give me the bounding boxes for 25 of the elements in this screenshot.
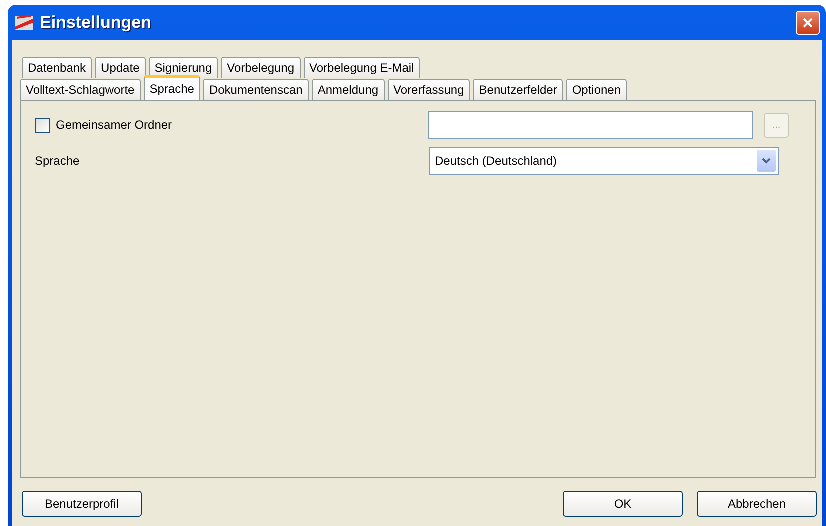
chevron-down-icon [757, 150, 776, 172]
dialog-button[interactable]: Benutzerprofil [22, 491, 142, 517]
window-title: Einstellungen [40, 12, 152, 32]
app-logo-icon [14, 12, 34, 32]
tab[interactable]: Update [95, 57, 146, 78]
language-dropdown[interactable]: Deutsch (Deutschland) [429, 147, 779, 175]
tab[interactable]: Optionen [566, 79, 628, 100]
tab[interactable]: Vorerfassung [388, 79, 470, 100]
tab[interactable]: Vorbelegung [221, 57, 301, 78]
tab[interactable]: Volltext-Schlagworte [20, 79, 141, 100]
dialog-button[interactable]: Abbrechen [697, 491, 817, 517]
language-label: Sprache [35, 154, 80, 168]
checkbox[interactable] [35, 118, 50, 132]
tab[interactable]: Anmeldung [312, 79, 385, 100]
tab[interactable]: Dokumentenscan [203, 79, 309, 100]
checkbox-label: Gemeinsamer Ordner [56, 118, 172, 132]
tab[interactable]: Sprache [144, 75, 200, 100]
folder-field[interactable] [428, 111, 754, 139]
close-icon [802, 16, 814, 28]
tab[interactable]: Datenbank [22, 57, 92, 78]
tab[interactable]: Signierung [148, 57, 218, 78]
close-button[interactable] [796, 10, 820, 34]
tab[interactable]: Vorbelegung E-Mail [304, 57, 420, 78]
tab[interactable]: Benutzerfelder [473, 79, 564, 100]
dialog-button[interactable]: OK [563, 491, 683, 517]
